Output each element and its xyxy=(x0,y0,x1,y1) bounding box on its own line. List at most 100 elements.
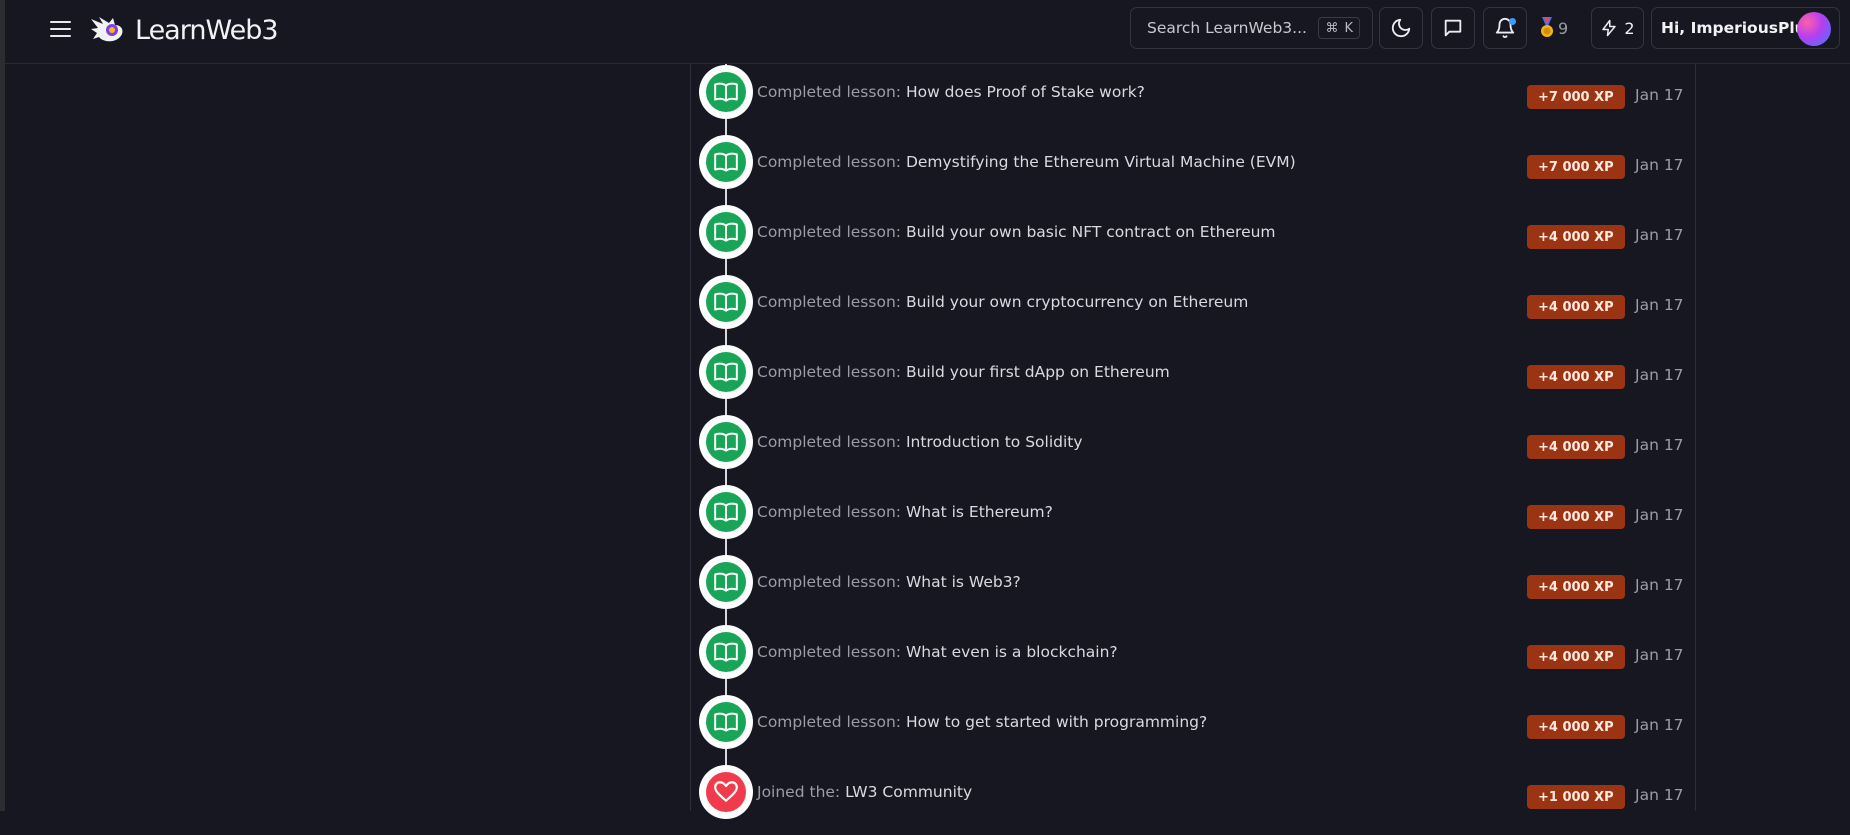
timeline-item-text: Completed lesson: Build your own basic N… xyxy=(757,223,1276,241)
activity-date: Jan 17 xyxy=(1635,156,1684,174)
command-key-icon: ⌘ xyxy=(1325,20,1339,36)
timeline-item-text: Completed lesson: Build your own cryptoc… xyxy=(757,293,1248,311)
activity-title[interactable]: Build your first dApp on Ethereum xyxy=(906,363,1170,381)
activity-title[interactable]: LW3 Community xyxy=(845,783,972,801)
activity-type: Joined the: xyxy=(757,783,841,801)
activity-title[interactable]: What is Ethereum? xyxy=(906,503,1053,521)
chat-icon xyxy=(1444,19,1462,37)
timeline-icon-badge xyxy=(699,415,753,469)
activity-title[interactable]: What even is a blockchain? xyxy=(906,643,1118,661)
messages-button[interactable] xyxy=(1431,7,1475,49)
timeline-icon-badge xyxy=(699,135,753,189)
activity-title[interactable]: How to get started with programming? xyxy=(906,713,1207,731)
logo[interactable]: LearnWeb3 xyxy=(89,11,279,49)
timeline-item: Completed lesson: What is Ethereum? +4 00… xyxy=(691,485,1695,555)
timeline-item-text: Completed lesson: What is Web3? xyxy=(757,573,1021,591)
activity-title[interactable]: How does Proof of Stake work? xyxy=(906,83,1145,101)
medal-icon xyxy=(1541,17,1553,37)
activity-title[interactable]: Build your own cryptocurrency on Ethereu… xyxy=(906,293,1248,311)
book-icon xyxy=(706,422,746,462)
timeline-icon-badge xyxy=(699,555,753,609)
activity-date: Jan 17 xyxy=(1635,226,1684,244)
logo-mark-icon xyxy=(91,17,123,42)
activity-type: Completed lesson: xyxy=(757,223,901,241)
activity-title[interactable]: Build your own basic NFT contract on Eth… xyxy=(906,223,1276,241)
book-icon xyxy=(706,212,746,252)
timeline-item: Completed lesson: What is Web3? +4 000 XP… xyxy=(691,555,1695,625)
timeline-item-text: Completed lesson: How does Proof of Stak… xyxy=(757,83,1145,101)
activity-type: Completed lesson: xyxy=(757,503,901,521)
energy-count: 2 xyxy=(1624,18,1635,38)
activity-timeline: Completed lesson: How does Proof of Stak… xyxy=(690,64,1696,819)
timeline-item: Joined the: LW3 Community +1 000 XP Jan 17 xyxy=(691,765,1695,835)
activity-date: Jan 17 xyxy=(1635,296,1684,314)
xp-badge: +4 000 XP xyxy=(1527,645,1625,669)
book-icon xyxy=(706,352,746,392)
activity-type: Completed lesson: xyxy=(757,573,901,591)
notifications-button[interactable] xyxy=(1483,7,1527,49)
timeline-item: Completed lesson: What even is a blockch… xyxy=(691,625,1695,695)
book-icon xyxy=(706,702,746,742)
activity-type: Completed lesson: xyxy=(757,643,901,661)
activity-date: Jan 17 xyxy=(1635,716,1684,734)
timeline-item-text: Completed lesson: Demystifying the Ether… xyxy=(757,153,1296,171)
book-icon xyxy=(706,282,746,322)
heart-icon xyxy=(706,772,746,812)
timeline-item: Completed lesson: How to get started wit… xyxy=(691,695,1695,765)
user-menu-button[interactable]: Hi, ImperiousPlug! xyxy=(1651,7,1840,49)
timeline-item: Completed lesson: How does Proof of Stak… xyxy=(691,65,1695,135)
notification-dot xyxy=(1509,18,1516,25)
timeline-item: Completed lesson: Build your own basic N… xyxy=(691,205,1695,275)
timeline-item: Completed lesson: Build your own cryptoc… xyxy=(691,275,1695,345)
timeline-icon-badge xyxy=(699,65,753,119)
xp-badge: +4 000 XP xyxy=(1527,435,1625,459)
xp-badge: +1 000 XP xyxy=(1527,785,1625,809)
activity-date: Jan 17 xyxy=(1635,576,1684,594)
activity-title[interactable]: Introduction to Solidity xyxy=(906,433,1083,451)
theme-toggle-button[interactable] xyxy=(1379,7,1423,49)
activity-type: Completed lesson: xyxy=(757,433,901,451)
xp-badge: +4 000 XP xyxy=(1527,505,1625,529)
timeline-item-text: Completed lesson: What is Ethereum? xyxy=(757,503,1053,521)
activity-date: Jan 17 xyxy=(1635,506,1684,524)
xp-badge: +4 000 XP xyxy=(1527,715,1625,739)
xp-badge: +7 000 XP xyxy=(1527,85,1625,109)
badges-counter[interactable]: 9 xyxy=(1539,13,1568,43)
activity-type: Completed lesson: xyxy=(757,153,901,171)
top-navbar: LearnWeb3 Search LearnWeb3... ⌘ K 9 2 Hi… xyxy=(5,0,1850,64)
activity-title[interactable]: Demystifying the Ethereum Virtual Machin… xyxy=(906,153,1296,171)
timeline-icon-badge xyxy=(699,345,753,399)
menu-icon[interactable] xyxy=(45,16,77,42)
book-icon xyxy=(706,632,746,672)
activity-type: Completed lesson: xyxy=(757,713,901,731)
timeline-icon-badge xyxy=(699,485,753,539)
logo-text: LearnWeb3 xyxy=(135,14,279,46)
activity-date: Jan 17 xyxy=(1635,786,1684,804)
search-shortcut: ⌘ K xyxy=(1318,17,1360,39)
window-edge xyxy=(0,0,5,811)
timeline-item-text: Completed lesson: What even is a blockch… xyxy=(757,643,1118,661)
activity-type: Completed lesson: xyxy=(757,363,901,381)
activity-title[interactable]: What is Web3? xyxy=(906,573,1021,591)
timeline-item: Completed lesson: Demystifying the Ether… xyxy=(691,135,1695,205)
shortcut-key: K xyxy=(1344,20,1353,36)
timeline-item-text: Completed lesson: Introduction to Solidi… xyxy=(757,433,1083,451)
activity-date: Jan 17 xyxy=(1635,366,1684,384)
book-icon xyxy=(706,142,746,182)
timeline-icon-badge xyxy=(699,695,753,749)
book-icon xyxy=(706,72,746,112)
avatar xyxy=(1797,12,1831,46)
book-icon xyxy=(706,562,746,602)
activity-date: Jan 17 xyxy=(1635,86,1684,104)
timeline-item: Completed lesson: Build your first dApp … xyxy=(691,345,1695,415)
timeline-icon-badge xyxy=(699,625,753,679)
xp-badge: +4 000 XP xyxy=(1527,575,1625,599)
moon-icon xyxy=(1391,18,1411,38)
energy-button[interactable]: 2 xyxy=(1591,7,1644,49)
search-input[interactable]: Search LearnWeb3... ⌘ K xyxy=(1130,7,1373,49)
search-placeholder: Search LearnWeb3... xyxy=(1147,19,1307,37)
timeline-item: Completed lesson: Introduction to Solidi… xyxy=(691,415,1695,485)
activity-date: Jan 17 xyxy=(1635,646,1684,664)
xp-badge: +7 000 XP xyxy=(1527,155,1625,179)
xp-badge: +4 000 XP xyxy=(1527,295,1625,319)
